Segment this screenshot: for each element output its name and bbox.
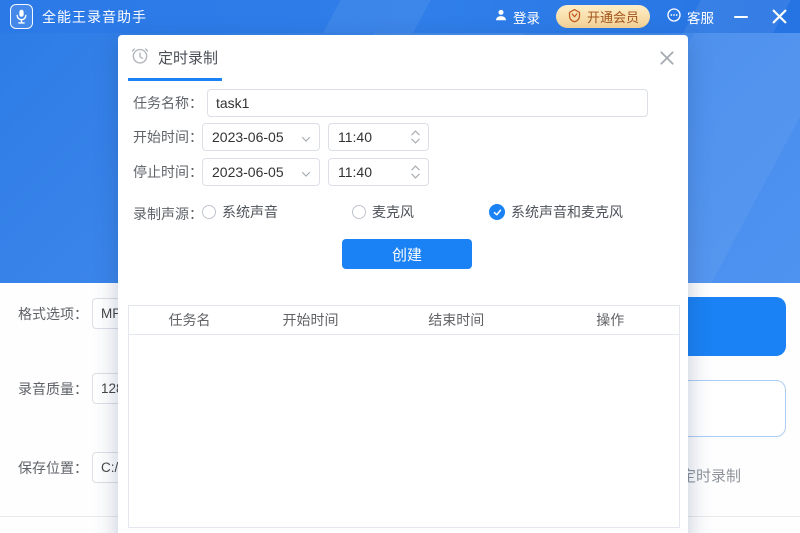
app-logo-mic-icon xyxy=(10,4,33,29)
start-date-value: 2023-06-05 xyxy=(212,129,284,145)
task-name-label: 任务名称： xyxy=(133,93,207,113)
stop-clock-input: 11:40 xyxy=(328,158,429,186)
customer-service-button[interactable]: 客服 xyxy=(666,7,714,27)
start-date-select[interactable]: 2023-06-05 xyxy=(202,123,320,151)
source-radio-2[interactable]: 系统声音和麦克风 xyxy=(489,202,623,222)
column-task-name: 任务名 xyxy=(129,310,250,330)
column-actions: 操作 xyxy=(542,310,680,330)
start-clock-value[interactable]: 11:40 xyxy=(338,129,372,145)
task-table: 任务名 开始时间 结束时间 操作 xyxy=(128,305,680,528)
timed-recording-dialog: 定时录制 任务名称： 开始时间： 2023-06-05 11:40 xyxy=(118,35,688,533)
stop-date-select[interactable]: 2023-06-05 xyxy=(202,158,320,186)
close-button[interactable] xyxy=(768,6,790,28)
start-time-row: 开始时间： 2023-06-05 11:40 xyxy=(133,123,673,151)
headset-icon xyxy=(666,7,682,26)
user-icon xyxy=(494,8,508,25)
chevron-down-icon xyxy=(300,167,312,183)
alarm-clock-icon xyxy=(130,45,150,70)
quality-label: 录音质量： xyxy=(12,379,88,399)
timed-recording-link[interactable]: 定时录制 xyxy=(681,465,741,486)
source-option-label: 麦克风 xyxy=(372,202,414,222)
stop-date-value: 2023-06-05 xyxy=(212,164,284,180)
dialog-header: 定时录制 xyxy=(118,35,688,75)
task-name-row: 任务名称： xyxy=(133,89,673,117)
source-option-label: 系统声音和麦克风 xyxy=(511,202,623,222)
login-button[interactable]: 登录 xyxy=(494,7,540,27)
start-time-label: 开始时间： xyxy=(133,127,207,147)
source-radio-0[interactable]: 系统声音 xyxy=(202,202,278,222)
login-label: 登录 xyxy=(513,7,540,27)
minimize-button[interactable] xyxy=(730,6,752,28)
start-clock-input: 11:40 xyxy=(328,123,429,151)
task-table-body-empty xyxy=(129,335,679,528)
vip-label: 开通会员 xyxy=(587,7,639,26)
source-radio-1[interactable]: 麦克风 xyxy=(352,202,414,222)
radio-icon xyxy=(202,205,216,219)
task-name-input[interactable] xyxy=(207,89,648,117)
format-label: 格式选项： xyxy=(12,304,88,324)
task-table-header: 任务名 开始时间 结束时间 操作 xyxy=(129,306,679,335)
titlebar: 全能王录音助手 登录 开通会员 xyxy=(0,0,800,33)
time-spinner-icon[interactable] xyxy=(410,163,421,181)
service-label: 客服 xyxy=(687,7,714,27)
column-end-time: 结束时间 xyxy=(371,310,542,330)
dialog-title: 定时录制 xyxy=(158,47,218,68)
create-button[interactable]: 创建 xyxy=(342,239,472,269)
vip-button[interactable]: 开通会员 xyxy=(556,5,650,28)
vip-badge-icon xyxy=(567,8,582,26)
dialog-tab: 定时录制 xyxy=(128,45,222,81)
chevron-down-icon xyxy=(300,132,312,148)
save-location-label: 保存位置： xyxy=(12,458,88,478)
radio-checked-icon xyxy=(489,204,505,220)
titlebar-left: 全能王录音助手 xyxy=(10,4,147,29)
source-label: 录制声源： xyxy=(133,204,207,224)
column-start-time: 开始时间 xyxy=(250,310,371,330)
stop-clock-value[interactable]: 11:40 xyxy=(338,164,372,180)
stop-time-row: 停止时间： 2023-06-05 11:40 xyxy=(133,158,673,186)
titlebar-right: 登录 开通会员 客服 xyxy=(494,5,790,28)
dialog-close-icon[interactable] xyxy=(654,45,680,71)
stop-time-label: 停止时间： xyxy=(133,162,207,182)
time-spinner-icon[interactable] xyxy=(410,128,421,146)
app-window: 全能王录音助手 登录 开通会员 xyxy=(0,0,800,533)
source-option-label: 系统声音 xyxy=(222,202,278,222)
radio-icon xyxy=(352,205,366,219)
app-title: 全能王录音助手 xyxy=(42,7,147,27)
titlebar-streak xyxy=(314,0,436,33)
